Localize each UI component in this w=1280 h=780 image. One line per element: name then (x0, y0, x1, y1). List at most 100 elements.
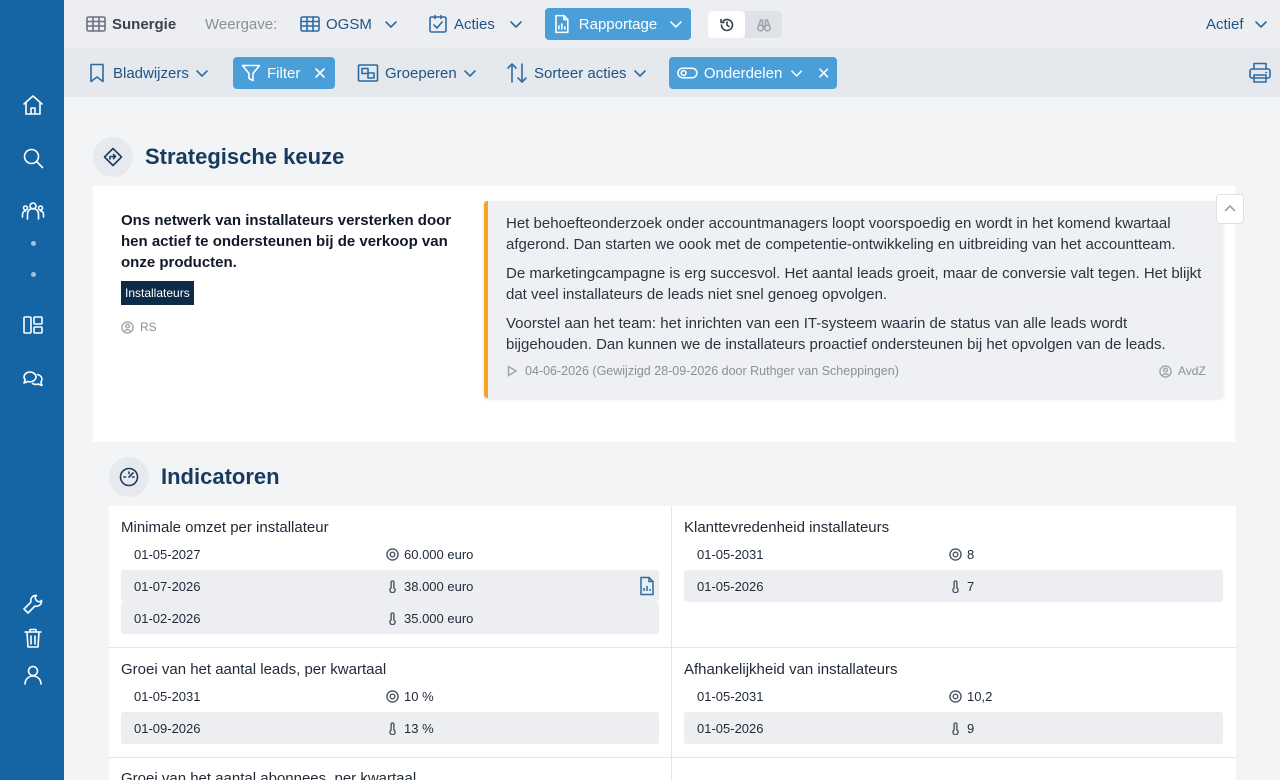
indicator-measure-row[interactable]: 01-07-2026 38.000 euro (121, 570, 659, 602)
view-select[interactable]: OGSM (300, 8, 398, 40)
home-icon (23, 95, 43, 115)
rapportage-button[interactable]: Rapportage (545, 8, 691, 40)
status-value: Actief (1206, 15, 1244, 33)
sidebar-subitem-dot[interactable] (31, 241, 36, 246)
owner-initials: RS (140, 320, 157, 334)
sidebar (0, 0, 64, 780)
history-toggle[interactable] (708, 11, 745, 38)
note-paragraph: Het behoefteonderzoek onder accountmanag… (506, 215, 1176, 253)
close-icon[interactable] (314, 67, 326, 79)
indicator-title[interactable]: Groei van het aantal leads, per kwartaal (121, 661, 386, 678)
indicator-value-text: 38.000 euro (404, 578, 474, 594)
sidebar-profile[interactable] (19, 661, 47, 689)
collapse-button[interactable] (1216, 194, 1244, 224)
indicators-icon-wrap (109, 457, 149, 497)
indicator-title[interactable]: Minimale omzet per installateur (121, 519, 329, 536)
trash-icon (24, 628, 42, 648)
target-icon (386, 689, 399, 703)
checklist-icon (429, 14, 447, 33)
filter-button[interactable]: Filter (233, 57, 335, 89)
user-circle-icon (121, 320, 134, 334)
indicator-date: 01-05-2026 (697, 578, 764, 594)
indicator-title[interactable]: Klanttevredenheid installateurs (684, 519, 889, 536)
sort-icon (507, 63, 527, 83)
grid-icon (300, 16, 320, 32)
close-icon[interactable] (818, 67, 829, 79)
indicator-date: 01-05-2031 (697, 546, 764, 562)
indicator-date: 01-02-2026 (134, 610, 201, 626)
tag-badge[interactable]: Installateurs (121, 281, 194, 305)
indicator-title[interactable]: Afhankelijkheid van installateurs (684, 661, 897, 678)
indicator-value-text: 13 % (404, 720, 434, 736)
indicator-target-row[interactable]: 01-05-2031 8 (684, 538, 1223, 570)
indicator-value: 60.000 euro (386, 547, 473, 562)
sidebar-tools[interactable] (19, 588, 47, 616)
indicator-value-text: 60.000 euro (404, 546, 474, 562)
sidebar-dashboard[interactable] (19, 311, 47, 339)
indicator-measure-row[interactable]: 01-02-2026 35.000 euro (121, 602, 659, 634)
chevron-up-icon (1224, 204, 1236, 212)
target-icon (949, 689, 962, 703)
chevron-down-icon (463, 70, 476, 77)
strategy-choice-text: Ons netwerk van installateurs versterken… (121, 212, 452, 271)
thermometer-icon (389, 579, 396, 593)
bookmarks-menu[interactable]: Bladwijzers (89, 57, 209, 89)
indicators-title: Indicatoren (161, 464, 280, 489)
indicator-value: 38.000 euro (386, 579, 473, 594)
group-label: Groeperen (385, 64, 457, 82)
row-divider (109, 757, 1236, 758)
indicator-target-row[interactable]: 01-05-2027 60.000 euro (121, 538, 659, 570)
sidebar-subitem-dot[interactable] (31, 272, 36, 277)
user-icon (24, 665, 42, 685)
indicator-measure-row[interactable]: 01-05-2026 7 (684, 570, 1223, 602)
sidebar-chat[interactable] (19, 364, 47, 392)
app-title[interactable]: Sunergie (86, 8, 176, 40)
row-divider (109, 647, 1236, 648)
sidebar-search[interactable] (19, 144, 47, 172)
note-date: 04-06-2026 (Gewijzigd 28-09-2026 door Ru… (525, 364, 899, 378)
status-select[interactable]: Actief (1206, 8, 1268, 40)
indicators-header: Indicatoren (109, 457, 280, 497)
progress-note[interactable]: Het behoefteonderzoek onder accountmanag… (484, 201, 1223, 398)
indicator-date: 01-07-2026 (134, 578, 201, 594)
user-circle-icon (1159, 364, 1172, 378)
indicator-value: 9 (949, 721, 974, 736)
chat-icon (23, 371, 43, 387)
binoculars-icon (756, 18, 771, 32)
bookmarks-label: Bladwijzers (113, 64, 189, 82)
sidebar-team[interactable] (19, 197, 47, 225)
sidebar-trash[interactable] (19, 624, 47, 652)
strategy-icon-wrap (93, 137, 133, 177)
indicator-value-text: 8 (967, 546, 975, 562)
acties-menu[interactable]: Acties (428, 8, 523, 40)
indicator-measure-row[interactable]: 01-05-2026 9 (684, 712, 1223, 744)
note-author: AvdZ (1159, 364, 1206, 378)
indicator-value-text: 35.000 euro (404, 610, 474, 626)
thermometer-icon (952, 721, 959, 735)
team-icon (21, 202, 45, 220)
indicator-measure-row[interactable]: 01-09-2026 13 % (121, 712, 659, 744)
report-icon (555, 14, 569, 34)
indicator-target-row[interactable]: 01-05-2031 10,2 (684, 680, 1223, 712)
chevron-down-icon (633, 70, 646, 77)
target-icon (386, 547, 399, 561)
wrench-icon (23, 594, 43, 614)
sidebar-home[interactable] (19, 91, 47, 119)
strategy-owner: RS (121, 320, 157, 334)
group-menu[interactable]: Groeperen (357, 57, 477, 89)
print-button[interactable] (1248, 57, 1272, 89)
indicator-target-row[interactable]: 01-05-2031 10 % (121, 680, 659, 712)
author-initials: AvdZ (1178, 364, 1206, 378)
thermometer-icon (952, 579, 959, 593)
sort-menu[interactable]: Sorteer acties (506, 57, 647, 89)
parts-button[interactable]: Onderdelen (669, 57, 837, 89)
report-document-icon[interactable] (638, 576, 656, 596)
printer-icon (1249, 62, 1271, 83)
chevron-down-icon (791, 70, 803, 77)
indicator-title[interactable]: Groei van het aantal abonnees, per kwart… (121, 770, 416, 780)
indicator-value: 8 (949, 547, 974, 562)
note-meta: 04-06-2026 (Gewijzigd 28-09-2026 door Ru… (506, 364, 899, 378)
top-bar: Sunergie Weergave: OGSM Acties Rapportag… (64, 0, 1280, 48)
group-icon (357, 64, 379, 82)
compare-toggle[interactable] (745, 11, 782, 38)
